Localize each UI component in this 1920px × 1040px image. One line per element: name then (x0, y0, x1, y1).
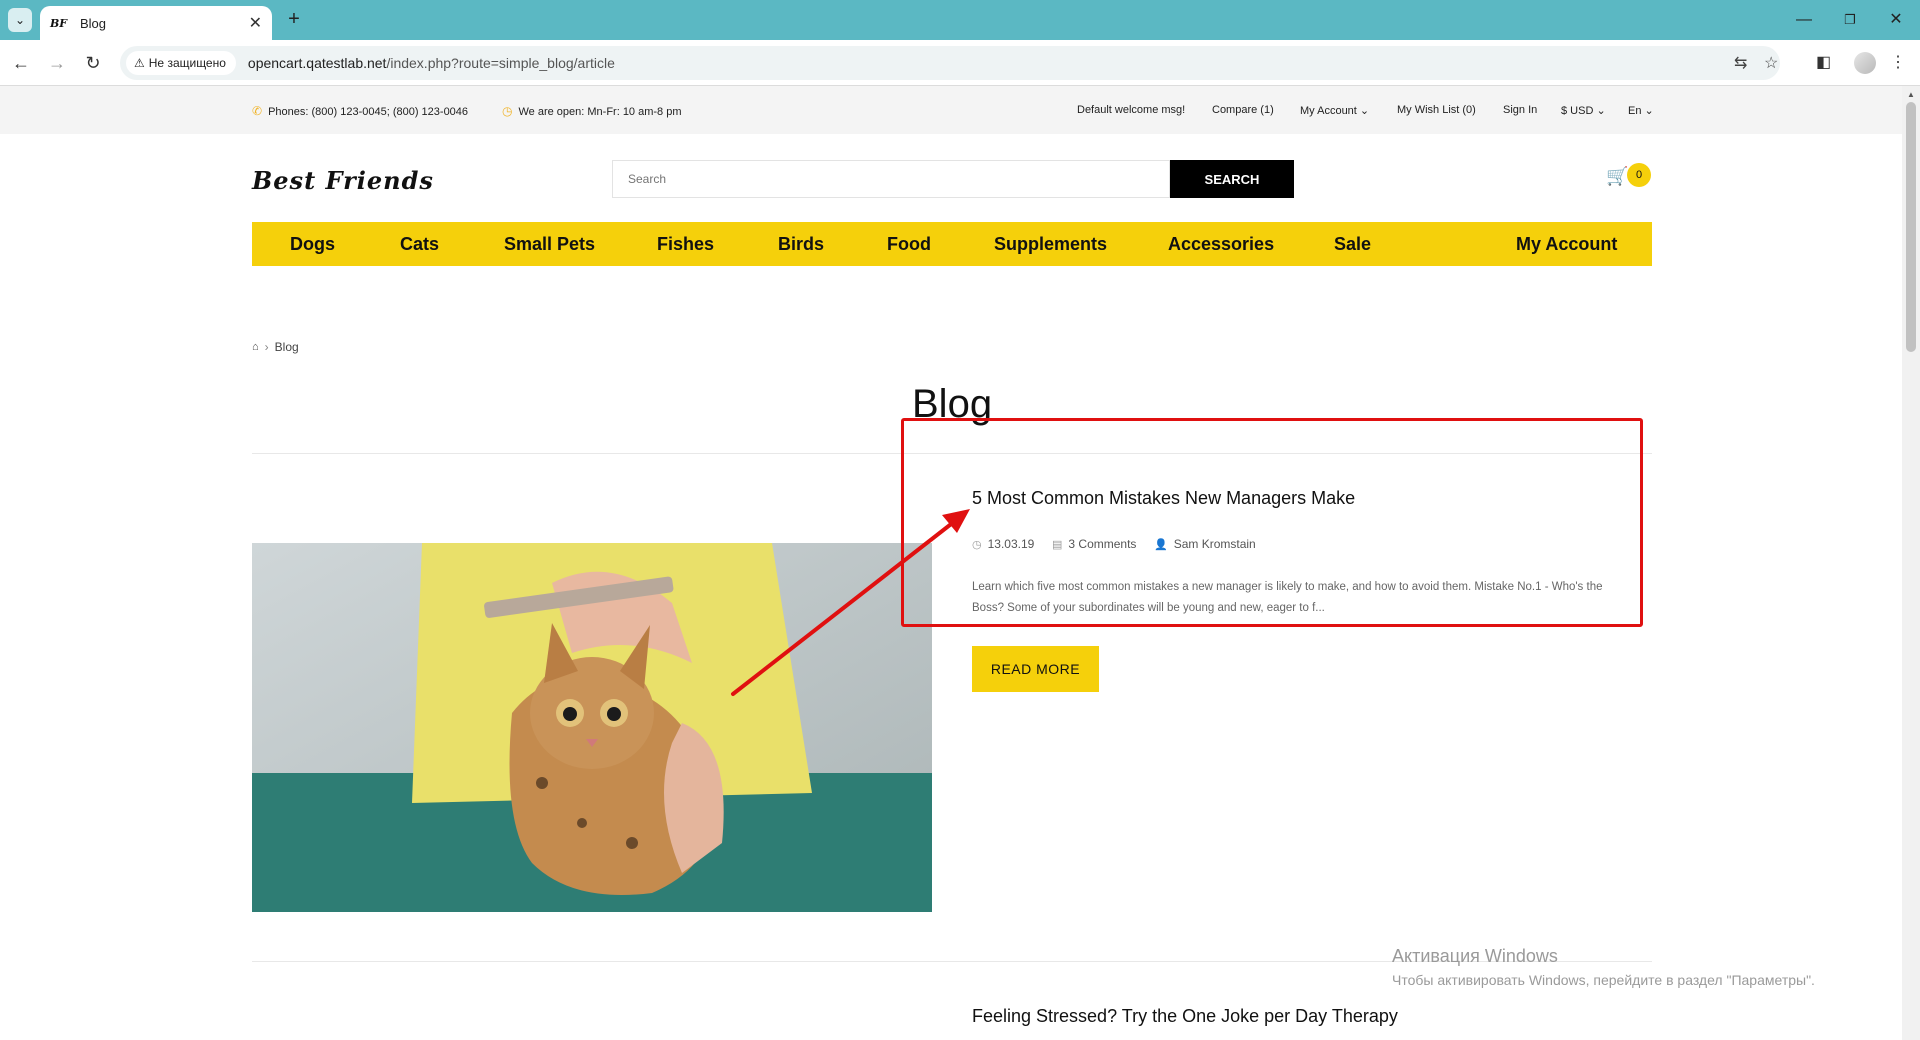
chevron-down-icon: ⌄ (14, 13, 26, 27)
forward-arrow-icon[interactable]: → (44, 50, 70, 76)
scroll-up-icon[interactable]: ▲ (1907, 90, 1915, 99)
browser-tab-bar: ⌄ BF Blog ✕ + — ❐ ✕ (0, 0, 1920, 40)
warning-icon: ⚠ (134, 56, 145, 70)
reload-icon[interactable]: ↻ (80, 50, 106, 76)
page-scrollbar[interactable]: ▲ (1902, 86, 1920, 1040)
translate-icon[interactable]: ⇆ (1734, 53, 1747, 73)
side-panel-icon[interactable]: ◧ (1816, 52, 1831, 72)
window-close-icon[interactable]: ✕ (1884, 8, 1908, 32)
security-chip[interactable]: ⚠ Не защищено (126, 51, 236, 75)
back-arrow-icon[interactable]: ← (8, 50, 34, 76)
scrollbar-thumb[interactable] (1906, 102, 1916, 352)
new-tab-button[interactable]: + (282, 8, 306, 32)
windows-activation-title: Активация Windows (1392, 946, 1558, 966)
url-text[interactable]: opencart.qatestlab.net/index.php?route=s… (248, 55, 615, 71)
bookmark-star-icon[interactable]: ☆ (1764, 53, 1778, 73)
tab-search-button[interactable]: ⌄ (8, 8, 32, 32)
annotation-arrow (731, 509, 970, 696)
restore-icon[interactable]: ❐ (1838, 8, 1862, 32)
menu-kebab-icon[interactable]: ⋮ (1890, 52, 1906, 72)
security-label: Не защищено (148, 56, 226, 70)
site-favicon-icon: BF (50, 16, 68, 30)
tab-close-icon[interactable]: ✕ (249, 13, 262, 33)
profile-avatar[interactable] (1854, 52, 1876, 74)
minimize-icon[interactable]: — (1792, 8, 1816, 32)
url-path: /index.php?route=simple_blog/article (386, 55, 615, 71)
browser-tab[interactable]: BF Blog ✕ (40, 6, 272, 40)
address-bar[interactable]: ⚠ Не защищено opencart.qatestlab.net/ind… (120, 46, 1780, 80)
tab-title: Blog (80, 15, 107, 31)
windows-activation-subtitle: Чтобы активировать Windows, перейдите в … (1392, 972, 1815, 988)
url-host: opencart.qatestlab.net (247, 55, 387, 71)
page-viewport: ✆ Phones: (800) 123-0045; (800) 123-0046 … (0, 86, 1902, 1040)
browser-toolbar: ← → ↻ ⚠ Не защищено opencart.qatestlab.n… (0, 40, 1920, 86)
